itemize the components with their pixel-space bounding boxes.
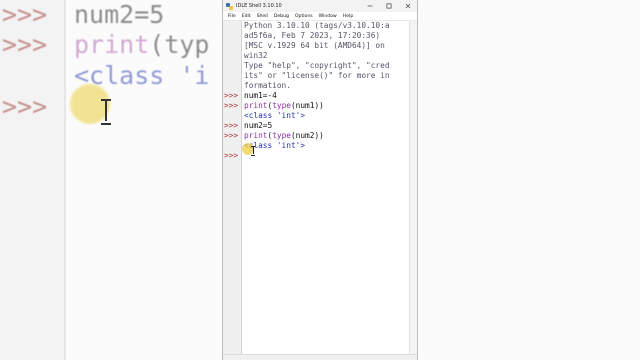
- background-line: num2=5: [74, 0, 165, 29]
- banner-line: ad5f6a, Feb 7 2023, 17:20:36): [244, 31, 381, 40]
- shell-prompt: >>>: [224, 101, 239, 110]
- banner-line: Type "help", "copyright", "cred: [244, 61, 390, 70]
- banner-line: formation.: [244, 81, 291, 90]
- minimize-button[interactable]: [360, 0, 379, 12]
- status-bar: [223, 354, 417, 360]
- shell-text-area[interactable]: Python 3.10.10 (tags/v3.10.10:a ad5f6a, …: [242, 21, 409, 354]
- title-bar[interactable]: IDLE Shell 3.10.10: [223, 0, 417, 12]
- window-controls: [360, 0, 417, 12]
- banner-line: its" or "license()" for more in: [244, 71, 390, 80]
- maximize-icon: [386, 3, 391, 9]
- menu-file[interactable]: File: [225, 14, 239, 19]
- background-ibeam-cursor-icon: [101, 99, 111, 125]
- background-line: print(typ: [74, 30, 209, 60]
- shell-prompt: >>>: [224, 91, 239, 100]
- input-line: num2=5: [244, 121, 273, 130]
- menu-bar: File Edit Shell Debug Options Window Hel…: [223, 12, 417, 21]
- banner-line: Python 3.10.10 (tags/v3.10.10:a: [244, 21, 390, 30]
- window-title: IDLE Shell 3.10.10: [236, 3, 282, 9]
- shell-editor[interactable]: >>> >>> >>> >>> >>> Python 3.10.10 (tags…: [223, 21, 417, 354]
- idle-shell-window: IDLE Shell 3.10.10 File Edit Shell Debug…: [222, 0, 418, 360]
- input-line: print(type(num1)): [244, 101, 324, 111]
- builtin-keyword: print: [244, 101, 268, 110]
- menu-help[interactable]: Help: [340, 14, 356, 19]
- menu-debug[interactable]: Debug: [271, 14, 292, 19]
- builtin-keyword: type: [272, 101, 291, 110]
- background-zoom-left: >>> num2=5 >>> print(typ <class 'i >>>: [0, 0, 222, 360]
- background-prompt: >>>: [2, 0, 48, 29]
- python-icon: [226, 2, 233, 10]
- background-keyword: print: [74, 30, 150, 59]
- builtin-keyword: print: [244, 131, 268, 140]
- vertical-scrollbar[interactable]: [409, 21, 417, 354]
- minimize-icon: [367, 5, 372, 7]
- input-line: num1=-4: [244, 91, 277, 100]
- background-prompt: >>>: [2, 92, 48, 121]
- shell-prompt: >>>: [224, 131, 239, 140]
- input-line: print(type(num2)): [244, 131, 324, 141]
- ibeam-cursor-icon: [251, 146, 255, 156]
- prompt-gutter: >>> >>> >>> >>> >>>: [223, 21, 242, 354]
- builtin-keyword: type: [272, 131, 291, 140]
- background-zoom-right: [418, 0, 640, 360]
- menu-shell[interactable]: Shell: [254, 14, 271, 19]
- banner-line: win32: [244, 51, 268, 60]
- close-button[interactable]: [398, 0, 417, 12]
- shell-prompt: >>>: [224, 151, 239, 160]
- output-line: <class 'int'>: [244, 111, 306, 120]
- code-token: (num1)): [290, 101, 324, 110]
- close-icon: [405, 3, 410, 9]
- menu-edit[interactable]: Edit: [239, 14, 254, 19]
- menu-window[interactable]: Window: [316, 14, 340, 19]
- code-token: (num2)): [290, 131, 324, 140]
- banner-line: [MSC v.1929 64 bit (AMD64)] on: [244, 41, 385, 50]
- maximize-button[interactable]: [379, 0, 398, 12]
- background-prompt: >>>: [2, 30, 48, 59]
- background-code: (typ: [149, 30, 210, 59]
- shell-prompt: >>>: [224, 121, 239, 130]
- menu-options[interactable]: Options: [292, 14, 316, 19]
